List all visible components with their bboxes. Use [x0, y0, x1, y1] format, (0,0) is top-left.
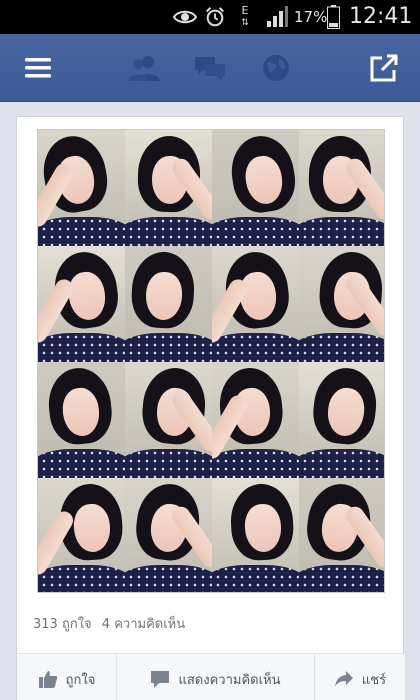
collage-tile: [299, 478, 384, 592]
share-label: แชร์: [361, 672, 387, 688]
collage-tile: [299, 130, 384, 246]
share-arrow-icon: [334, 671, 353, 687]
messages-button[interactable]: [182, 34, 238, 102]
network-type-label: E: [241, 4, 249, 17]
facebook-top-bar: [0, 34, 420, 102]
menu-icon: [25, 58, 51, 78]
share-button[interactable]: แชร์: [315, 654, 405, 700]
post-actions: ถูกใจ แสดงความคิดเห็น แชร์: [17, 653, 405, 700]
post-photo-collage[interactable]: [37, 129, 385, 593]
comments-count[interactable]: 4 ความคิดเห็น: [102, 617, 185, 632]
thumbs-up-icon: [38, 671, 57, 688]
share-external-button[interactable]: [356, 34, 412, 102]
post-stats[interactable]: 313 ถูกใจ 4 ความคิดเห็น: [33, 613, 191, 634]
collage-tile: [212, 362, 299, 478]
like-label: ถูกใจ: [65, 672, 96, 688]
collage-tile: [125, 362, 212, 478]
friend-requests-icon: [128, 56, 160, 81]
share-external-icon: [370, 54, 398, 82]
clock: 12:41: [349, 4, 413, 29]
like-button[interactable]: ถูกใจ: [17, 654, 117, 700]
collage-tile: [299, 246, 384, 362]
eye-icon: [173, 10, 197, 24]
collage-tile: [38, 130, 125, 246]
collage-tile: [212, 246, 299, 362]
collage-tile: [125, 246, 212, 362]
menu-button[interactable]: [10, 34, 66, 102]
collage-tile: [38, 478, 125, 592]
collage-tile: [299, 362, 384, 478]
battery-icon: [327, 5, 340, 29]
collage-tile: [212, 130, 299, 246]
collage-tile: [38, 246, 125, 362]
battery-percent: 17%: [294, 8, 328, 26]
post-card: 313 ถูกใจ 4 ความคิดเห็น ถูกใจ แสดงความคิ…: [16, 116, 405, 700]
alarm-icon: [206, 7, 224, 27]
friend-requests-button[interactable]: [116, 34, 172, 102]
notifications-button[interactable]: [248, 34, 304, 102]
comment-button[interactable]: แสดงความคิดเห็น: [117, 654, 315, 700]
collage-tile: [125, 478, 212, 592]
comment-bubble-icon: [151, 671, 170, 688]
messages-icon: [195, 57, 225, 81]
signal-icon: [267, 6, 288, 27]
comment-label: แสดงความคิดเห็น: [178, 672, 281, 688]
collage-tile: [38, 362, 125, 478]
collage-tile: [125, 130, 212, 246]
likes-count[interactable]: 313 ถูกใจ: [33, 617, 92, 632]
notifications-globe-icon: [263, 55, 289, 81]
status-bar: E ⇅ 17% 12:41: [0, 0, 420, 34]
collage-tile: [212, 478, 299, 592]
data-arrows-icon: E ⇅: [235, 5, 255, 29]
